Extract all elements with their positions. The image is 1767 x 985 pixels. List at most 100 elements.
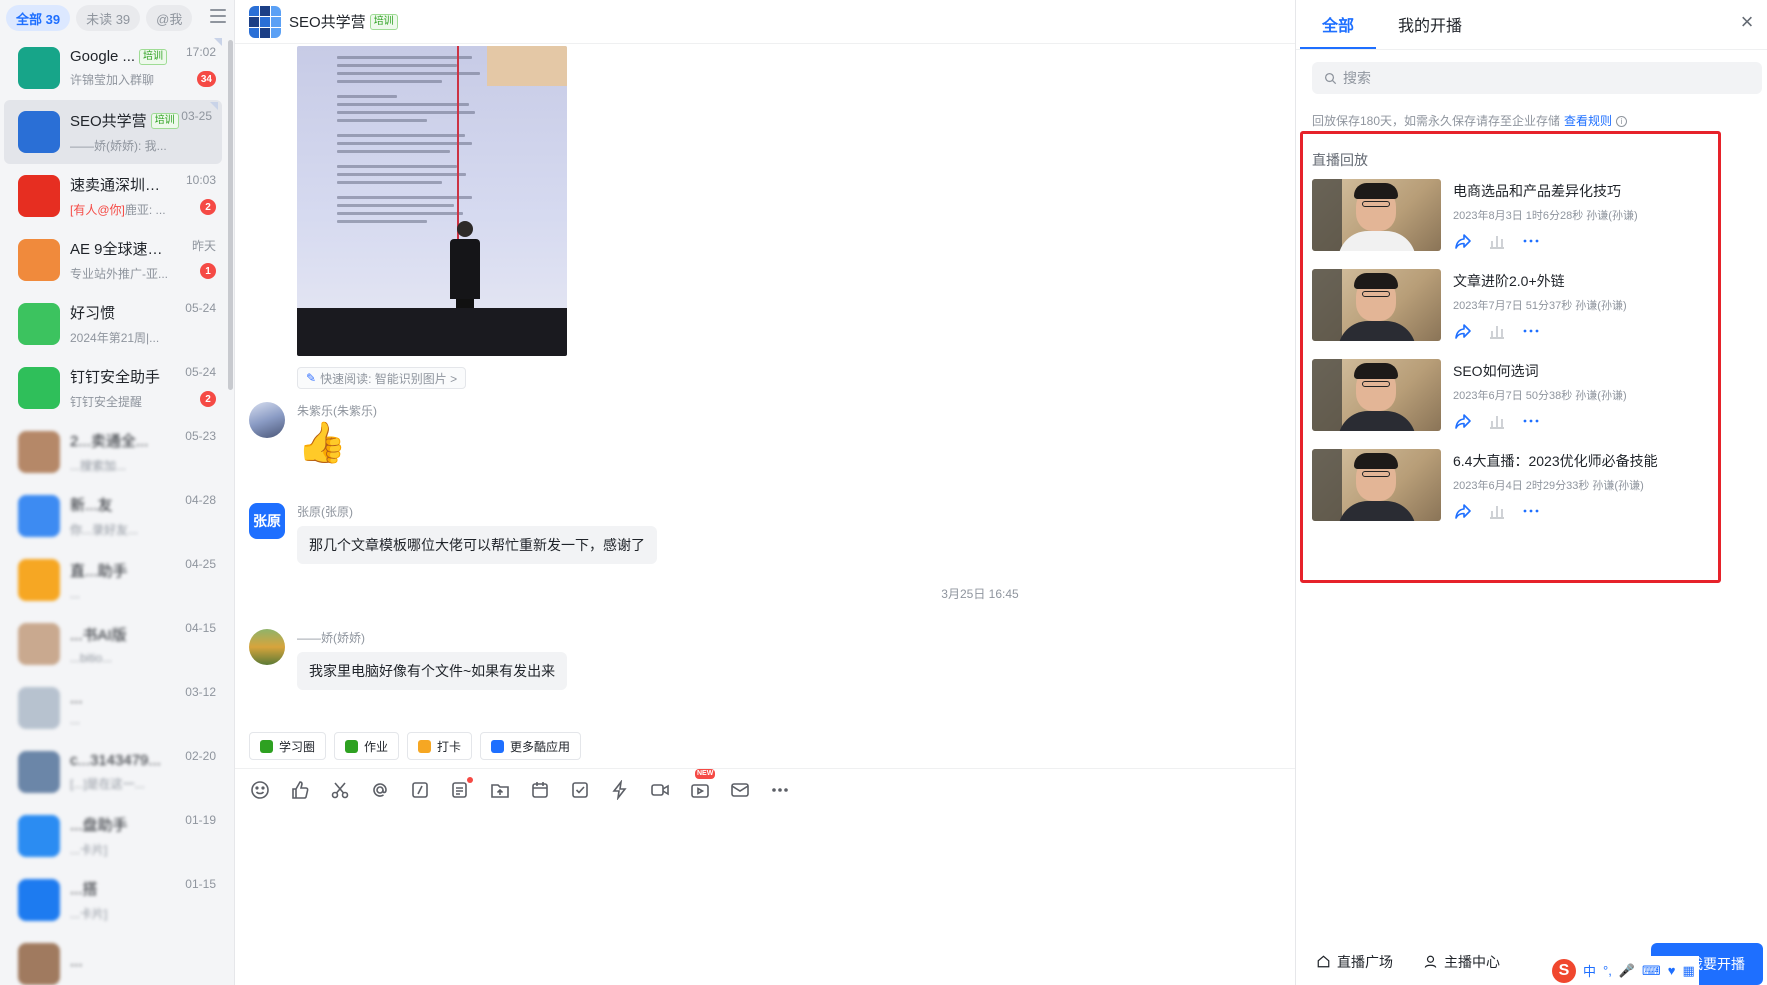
replay-title[interactable]: 文章进阶2.0+外链	[1453, 271, 1627, 291]
calendar-icon[interactable]	[529, 779, 551, 801]
filter-mentions[interactable]: @我	[146, 5, 193, 31]
more-icon[interactable]	[769, 779, 791, 801]
quick-read-button[interactable]: ✎ 快速阅读: 智能识别图片 >	[297, 367, 467, 389]
lightning-icon[interactable]	[609, 779, 631, 801]
search-input[interactable]	[1343, 70, 1743, 86]
app-homework[interactable]: 作业	[334, 732, 400, 760]
mail-icon[interactable]	[729, 779, 751, 801]
conversation-item[interactable]: AE 9全球速卖... 专业站外推广-亚... 昨天 1	[0, 228, 226, 292]
more-icon[interactable]	[1521, 231, 1541, 251]
message-sender[interactable]: ——娇(娇娇)	[297, 629, 567, 646]
stats-icon[interactable]	[1487, 501, 1507, 521]
mention-icon[interactable]	[369, 779, 391, 801]
toolbox-icon[interactable]: ▦	[1683, 963, 1695, 979]
conversation-item[interactable]: ...搭 ...卡片] 01-15	[0, 868, 226, 932]
upload-folder-icon[interactable]	[489, 779, 511, 801]
app-check-in[interactable]: 打卡	[407, 732, 473, 760]
replay-title[interactable]: 电商选品和产品差异化技巧	[1453, 181, 1638, 201]
replay-item[interactable]: 文章进阶2.0+外链 2023年7月7日 51分37秒 孙谦(孙谦)	[1312, 269, 1712, 359]
layers-icon[interactable]	[18, 239, 60, 281]
replay-thumbnail[interactable]	[1312, 449, 1441, 521]
replay-title[interactable]: 6.4大直播：2023优化师必备技能	[1453, 451, 1658, 471]
conversation-item[interactable]: 钉钉安全助手 钉钉安全提醒 05-24 2	[0, 356, 226, 420]
app-builder-icon[interactable]	[18, 879, 60, 921]
filter-all[interactable]: 全部 39	[6, 5, 71, 31]
task-icon[interactable]	[569, 779, 591, 801]
microphone-icon[interactable]: 🎤	[1619, 963, 1635, 979]
shared-image[interactable]	[297, 46, 567, 356]
ime-language-toggle[interactable]: 中	[1583, 961, 1596, 980]
app-more[interactable]: 更多酷应用	[480, 732, 582, 760]
info-icon[interactable]: i	[1616, 116, 1628, 128]
like-icon[interactable]	[289, 779, 311, 801]
stats-icon[interactable]	[1487, 411, 1507, 431]
video-call-icon[interactable]	[649, 779, 671, 801]
message-bubble[interactable]: 我家里电脑好像有个文件~如果有发出来	[297, 652, 568, 690]
more-icon[interactable]	[1521, 501, 1541, 521]
blurred-avatar-icon[interactable]	[18, 687, 60, 729]
share-icon[interactable]	[1453, 321, 1473, 341]
group-grid-icon[interactable]	[18, 111, 60, 153]
chat-board-icon[interactable]	[18, 47, 60, 89]
note-icon[interactable]	[449, 776, 473, 801]
search-box[interactable]	[1312, 62, 1762, 94]
sidebar-scrollbar[interactable]	[228, 40, 233, 390]
punctuation-icon[interactable]: °,	[1603, 963, 1612, 978]
conversation-item[interactable]: 好习惯 2024年第21周|... 05-24	[0, 292, 226, 356]
replay-item[interactable]: 6.4大直播：2023优化师必备技能 2023年6月4日 2时29分33秒 孙谦…	[1312, 449, 1712, 539]
message-sender[interactable]: 张原(张原)	[297, 503, 657, 520]
command-icon[interactable]	[409, 779, 431, 801]
more-icon[interactable]	[1521, 321, 1541, 341]
conversation-item[interactable]: ...书AI版 ...bitio... 04-15	[0, 612, 226, 676]
host-center-button[interactable]: 主播中心	[1423, 952, 1500, 972]
filter-unread[interactable]: 未读 39	[76, 5, 141, 31]
chat-title[interactable]: SEO共学营	[289, 11, 366, 32]
replay-title[interactable]: SEO如何选词	[1453, 361, 1627, 381]
live-plaza-button[interactable]: 直播广场	[1316, 952, 1393, 972]
person-photo-icon[interactable]	[18, 623, 60, 665]
keyboard-icon[interactable]: ⌨	[1642, 963, 1661, 979]
conversation-item[interactable]: ... ... 03-12	[0, 676, 226, 740]
skin-icon[interactable]: ♥	[1668, 963, 1676, 978]
share-icon[interactable]	[1453, 411, 1473, 431]
live-stream-icon[interactable]: NEW	[689, 768, 716, 801]
group-photo-icon[interactable]	[18, 431, 60, 473]
aliexpress-icon[interactable]	[18, 175, 60, 217]
replay-item[interactable]: 电商选品和产品差异化技巧 2023年8月3日 1时6分28秒 孙谦(孙谦)	[1312, 179, 1712, 269]
conversation-item[interactable]: SEO共学营 培训 ——娇(娇娇): 我... 03-25	[4, 100, 222, 164]
conversation-item[interactable]: 新...友 你...录好友... 04-28	[0, 484, 226, 548]
message-bubble[interactable]: 那几个文章模板哪位大佬可以帮忙重新发一下，感谢了	[297, 526, 657, 564]
conversation-item[interactable]: 速卖通深圳重... [有人@你]鹿亚: ... 10:03 2	[0, 164, 226, 228]
thumbs-up-sticker[interactable]: 👍	[297, 421, 377, 465]
conversation-item[interactable]: 2...卖通全... ...搜索加... 05-23	[0, 420, 226, 484]
stats-icon[interactable]	[1487, 231, 1507, 251]
view-rules-link[interactable]: 查看规则	[1564, 114, 1612, 128]
conversation-item[interactable]: ...盘助手 ...卡片] 01-19	[0, 804, 226, 868]
conversation-item[interactable]: ...	[0, 932, 226, 985]
cloud-icon[interactable]	[18, 815, 60, 857]
replay-thumbnail[interactable]	[1312, 179, 1441, 251]
sogou-ime-icon[interactable]: S	[1552, 958, 1576, 983]
group-photo-icon[interactable]	[18, 751, 60, 793]
conversation-item[interactable]: Google ... 培训 许锦莹加入群聊 17:02 34	[0, 36, 226, 100]
share-icon[interactable]	[1453, 501, 1473, 521]
assistant-icon[interactable]	[18, 559, 60, 601]
replay-item[interactable]: SEO如何选词 2023年6月7日 50分38秒 孙谦(孙谦)	[1312, 359, 1712, 449]
avatar[interactable]	[249, 629, 285, 665]
menu-icon[interactable]	[210, 9, 226, 23]
group-avatar[interactable]	[249, 5, 281, 38]
person-photo-icon[interactable]	[18, 943, 60, 985]
conversation-item[interactable]: 直...助手 ... 04-25	[0, 548, 226, 612]
contact-icon[interactable]	[18, 495, 60, 537]
app-study-circle[interactable]: 学习圈	[249, 732, 327, 760]
avatar[interactable]: 张原	[249, 503, 285, 539]
avatar[interactable]	[249, 402, 285, 438]
tab-my-streams[interactable]: 我的开播	[1376, 0, 1484, 49]
share-icon[interactable]	[1453, 231, 1473, 251]
message-sender[interactable]: 朱紫乐(朱紫乐)	[297, 402, 377, 419]
stats-icon[interactable]	[1487, 321, 1507, 341]
scissors-icon[interactable]	[329, 779, 351, 801]
emoji-icon[interactable]	[249, 779, 271, 801]
more-icon[interactable]	[1521, 411, 1541, 431]
replay-thumbnail[interactable]	[1312, 269, 1441, 341]
